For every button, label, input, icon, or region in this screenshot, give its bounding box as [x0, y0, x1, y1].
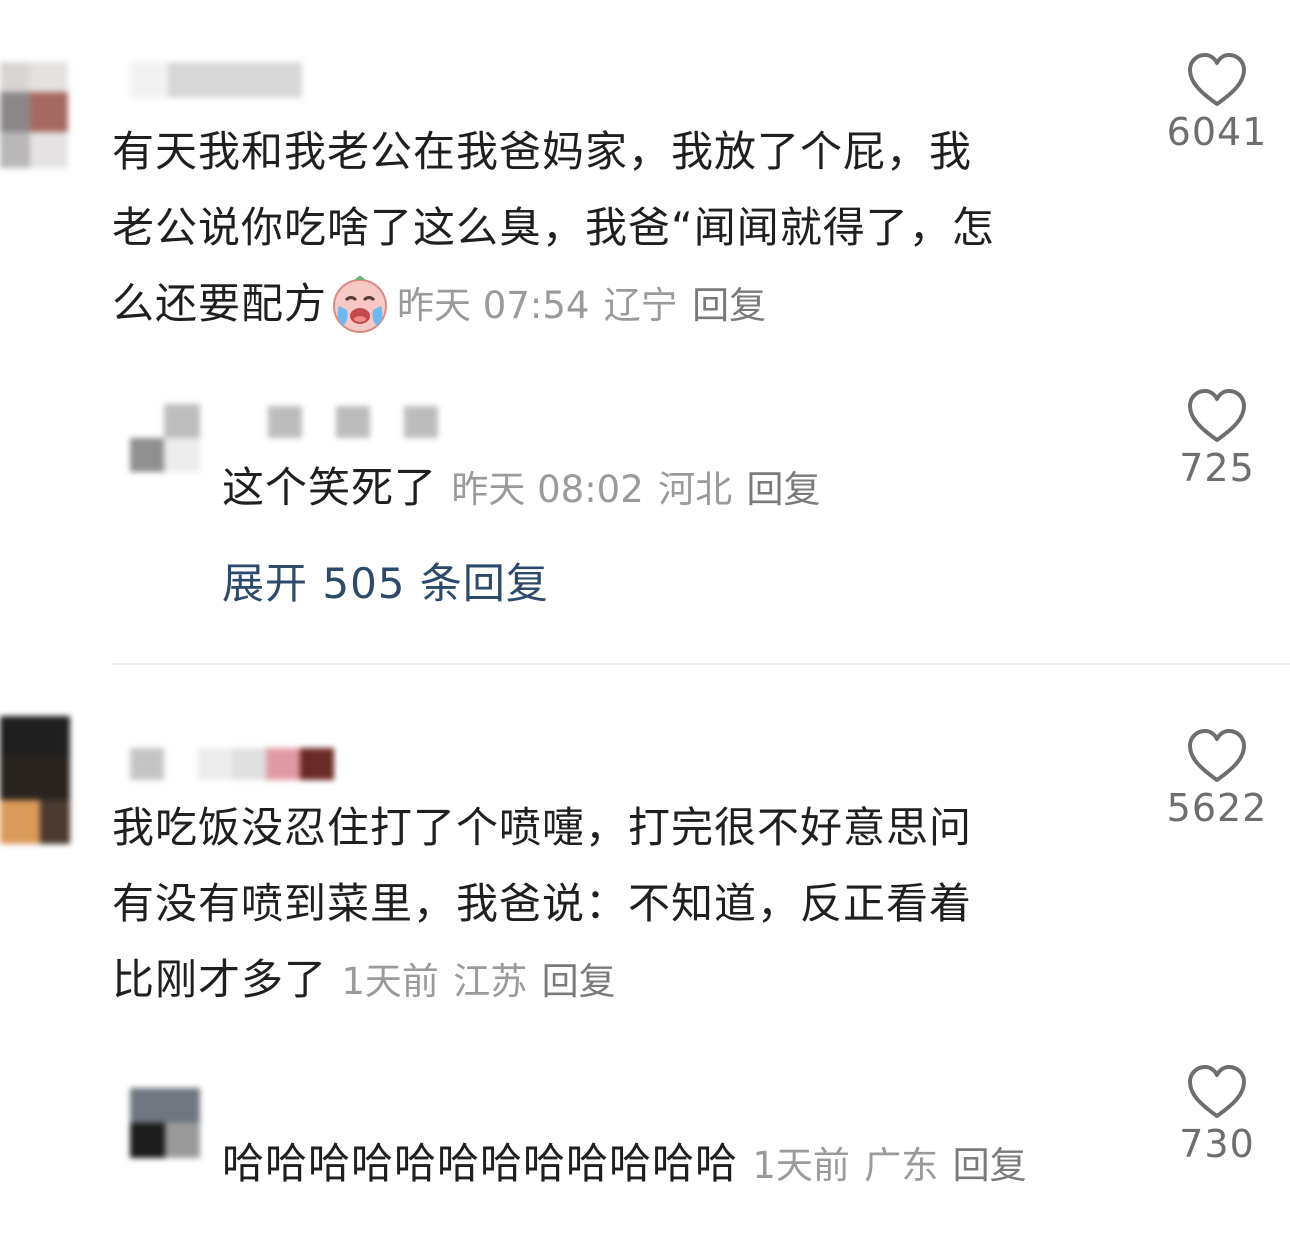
comment-text: 有天我和我老公在我爸妈家，我放了个屁，我 老公说你吃啥了这么臭，我爸“闻闻就得了…	[112, 114, 995, 344]
like-button[interactable]: 730	[1157, 1064, 1277, 1166]
like-button[interactable]: 5622	[1157, 728, 1277, 830]
reply-button[interactable]: 回复	[953, 1144, 1027, 1187]
like-count: 5622	[1166, 786, 1268, 830]
divider	[112, 663, 1290, 665]
like-count: 6041	[1166, 110, 1268, 154]
heart-outline-icon	[1188, 53, 1246, 106]
avatar[interactable]	[130, 404, 200, 472]
crying-laughing-emoji-icon	[329, 272, 391, 334]
like-button[interactable]: 6041	[1157, 52, 1277, 154]
reply-text: 哈哈哈哈哈哈哈哈哈哈哈哈	[222, 1139, 739, 1188]
username[interactable]	[130, 748, 336, 780]
reply-text: 这个笑死了	[222, 463, 438, 512]
avatar[interactable]	[0, 62, 68, 172]
expand-replies-link[interactable]: 展开 505 条回复	[222, 550, 549, 611]
comment-line: 么还要配方 昨天 07:54 辽宁 回复	[112, 266, 995, 344]
like-count: 725	[1179, 446, 1255, 490]
reply-button[interactable]: 回复	[746, 468, 820, 511]
avatar[interactable]	[130, 1088, 200, 1158]
comment-line-text: 么还要配方	[112, 279, 328, 328]
comment-time: 昨天 07:54	[397, 284, 590, 327]
like-button[interactable]: 725	[1157, 388, 1277, 490]
comment-line: 比刚才多了 1天前 江苏 回复	[112, 942, 972, 1020]
comment-line: 我吃饭没忍住打了个喷嚏，打完很不好意思问	[112, 803, 973, 852]
reply-text-row: 这个笑死了 昨天 08:02 河北 回复	[222, 458, 820, 520]
comment-text: 我吃饭没忍住打了个喷嚏，打完很不好意思问 有没有喷到菜里，我爸说：不知道，反正看…	[112, 790, 972, 1020]
comment-line: 有没有喷到菜里，我爸说：不知道，反正看着	[112, 879, 973, 928]
like-count: 730	[1179, 1122, 1255, 1166]
heart-outline-icon	[1188, 729, 1246, 782]
comment-time: 1天前	[341, 960, 439, 1003]
reply-button[interactable]: 回复	[692, 284, 766, 327]
reply-text-row: 哈哈哈哈哈哈哈哈哈哈哈哈 1天前 广东 回复	[222, 1134, 1027, 1196]
comment-line: 有天我和我老公在我爸妈家，我放了个屁，我	[112, 127, 973, 176]
avatar[interactable]	[0, 716, 70, 850]
heart-outline-icon	[1188, 389, 1246, 442]
heart-outline-icon	[1188, 1065, 1246, 1118]
comment-line-text: 比刚才多了	[112, 955, 328, 1004]
username[interactable]	[268, 406, 440, 438]
reply-time: 昨天 08:02	[451, 468, 644, 511]
comment-location: 辽宁	[603, 284, 678, 327]
comment-location: 江苏	[453, 960, 528, 1003]
reply-button[interactable]: 回复	[542, 960, 616, 1003]
reply-location: 广东	[864, 1144, 939, 1187]
reply-time: 1天前	[752, 1144, 850, 1187]
reply-location: 河北	[658, 468, 733, 511]
comment-line: 老公说你吃啥了这么臭，我爸“闻闻就得了，怎	[112, 203, 995, 252]
username[interactable]	[130, 62, 302, 98]
